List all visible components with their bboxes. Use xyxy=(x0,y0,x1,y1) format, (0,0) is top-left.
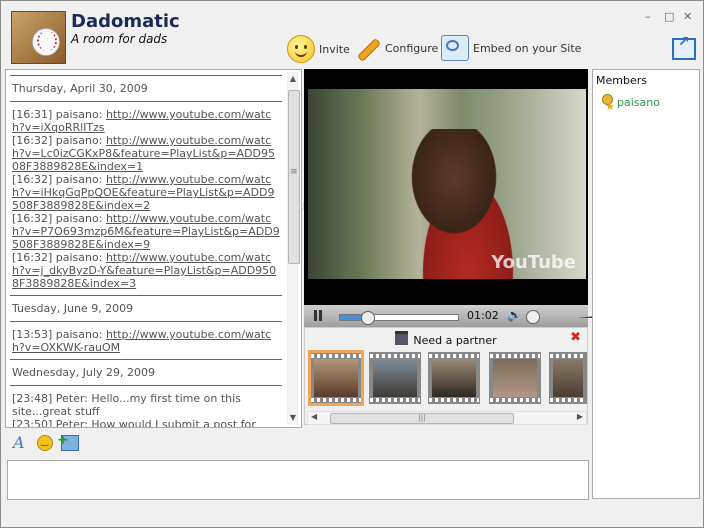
chat-message: [23:50] Peter: How would I submit a post… xyxy=(10,418,282,428)
minimize-button[interactable]: – xyxy=(645,10,651,23)
youtube-watermark: YouTube xyxy=(491,252,576,273)
member-name: paisano xyxy=(617,96,660,109)
chat-date-separator: Tuesday, June 9, 2009 xyxy=(10,295,282,322)
playlist-title-text: Need a partner xyxy=(413,334,497,347)
time-display: 01:02 xyxy=(467,309,499,322)
volume-handle[interactable] xyxy=(526,310,540,324)
user-icon xyxy=(600,94,615,113)
configure-label: Configure xyxy=(385,41,439,55)
chat-message-text: [16:32] paisano: xyxy=(12,173,106,186)
emoticon-icon[interactable] xyxy=(37,435,53,451)
playlist-panel: Need a partner ✖ ◀ ||| ▶ xyxy=(304,327,588,425)
scroll-down-arrow-icon[interactable]: ▼ xyxy=(288,413,298,423)
baseball-icon xyxy=(32,28,60,56)
chat-message: [16:31] paisano: http://www.youtube.com/… xyxy=(10,108,282,134)
members-panel: Members paisano xyxy=(592,69,700,499)
chat-date-separator: Thursday, April 30, 2009 xyxy=(10,75,282,102)
embed-icon xyxy=(441,35,469,61)
maximize-button[interactable]: □ xyxy=(664,10,674,23)
configure-button[interactable]: Configure xyxy=(355,35,438,61)
chat-log-panel: Thursday, April 30, 2009 [16:31] paisano:… xyxy=(5,69,302,428)
scroll-up-arrow-icon[interactable]: ▲ xyxy=(288,74,298,84)
chat-message-text: [23:48] Peter: Hello...my first time on … xyxy=(12,392,241,418)
playlist-thumbnail[interactable] xyxy=(308,350,364,406)
video-player[interactable]: YouTube xyxy=(304,69,588,305)
chat-message: [13:53] paisano: http://www.youtube.com/… xyxy=(10,328,282,354)
playlist-scrollbar[interactable]: ◀ ||| ▶ xyxy=(307,411,587,425)
chat-date-separator: Wednesday, July 29, 2009 xyxy=(10,359,282,386)
pause-icon[interactable] xyxy=(314,310,317,321)
app-window: Dadomatic A room for dads – □ ✕ Invite C… xyxy=(0,0,704,528)
seek-bar[interactable] xyxy=(339,311,459,325)
chat-message-text: [23:50] Peter: How would I submit a post… xyxy=(12,418,256,428)
chat-log: Thursday, April 30, 2009 [16:31] paisano:… xyxy=(10,70,282,428)
invite-button[interactable]: Invite xyxy=(287,35,350,63)
embed-label: Embed on your Site xyxy=(473,41,582,55)
playlist-thumbnail[interactable] xyxy=(428,352,480,404)
playlist-thumbnail[interactable] xyxy=(549,352,587,404)
playlist-close-icon[interactable]: ✖ xyxy=(570,330,581,345)
close-button[interactable]: ✕ xyxy=(683,10,692,23)
playlist-scroll-thumb[interactable]: ||| xyxy=(330,413,514,424)
font-format-icon[interactable]: A xyxy=(13,433,25,452)
room-title: Dadomatic xyxy=(71,11,180,32)
message-input[interactable] xyxy=(7,460,589,500)
chat-message-text: [16:32] paisano: xyxy=(12,251,106,264)
wrench-icon xyxy=(355,35,381,61)
smiley-icon xyxy=(287,35,315,63)
chat-message-text: [16:31] paisano: xyxy=(12,108,106,121)
playlist-title: Need a partner xyxy=(305,331,587,347)
chat-message-text: [13:53] paisano: xyxy=(12,328,106,341)
chat-message: [16:32] paisano: http://www.youtube.com/… xyxy=(10,212,282,251)
chat-message: [23:48] Peter: Hello...my first time on … xyxy=(10,392,282,418)
video-frame: YouTube xyxy=(308,89,586,279)
room-subtitle: A room for dads xyxy=(71,32,168,46)
chat-scroll-thumb[interactable] xyxy=(288,90,300,264)
room-logo xyxy=(11,11,66,64)
volume-icon[interactable]: 🔈 xyxy=(507,308,522,322)
clapperboard-icon xyxy=(395,331,409,345)
embed-button[interactable]: Embed on your Site xyxy=(441,35,581,61)
members-heading: Members xyxy=(596,74,647,87)
chat-message: [16:32] paisano: http://www.youtube.com/… xyxy=(10,251,282,290)
popout-icon[interactable] xyxy=(672,34,696,60)
chat-message-text: [16:32] paisano: xyxy=(12,134,106,147)
scroll-left-arrow-icon[interactable]: ◀ xyxy=(311,412,317,421)
chat-message: [16:32] paisano: http://www.youtube.com/… xyxy=(10,134,282,173)
member-item[interactable]: paisano xyxy=(600,94,660,113)
chat-message-text: [16:32] paisano: xyxy=(12,212,106,225)
playlist-thumbnail[interactable] xyxy=(369,352,421,404)
scroll-right-arrow-icon[interactable]: ▶ xyxy=(577,412,583,421)
invite-label: Invite xyxy=(319,42,350,56)
add-image-icon[interactable] xyxy=(57,432,79,451)
playlist-thumbnail[interactable] xyxy=(489,352,541,404)
seek-handle[interactable] xyxy=(361,311,376,325)
chat-message: [16:32] paisano: http://www.youtube.com/… xyxy=(10,173,282,212)
chat-scrollbar[interactable]: ▲ ▼ xyxy=(287,72,300,425)
player-controls: 01:02 🔈 xyxy=(304,305,628,327)
